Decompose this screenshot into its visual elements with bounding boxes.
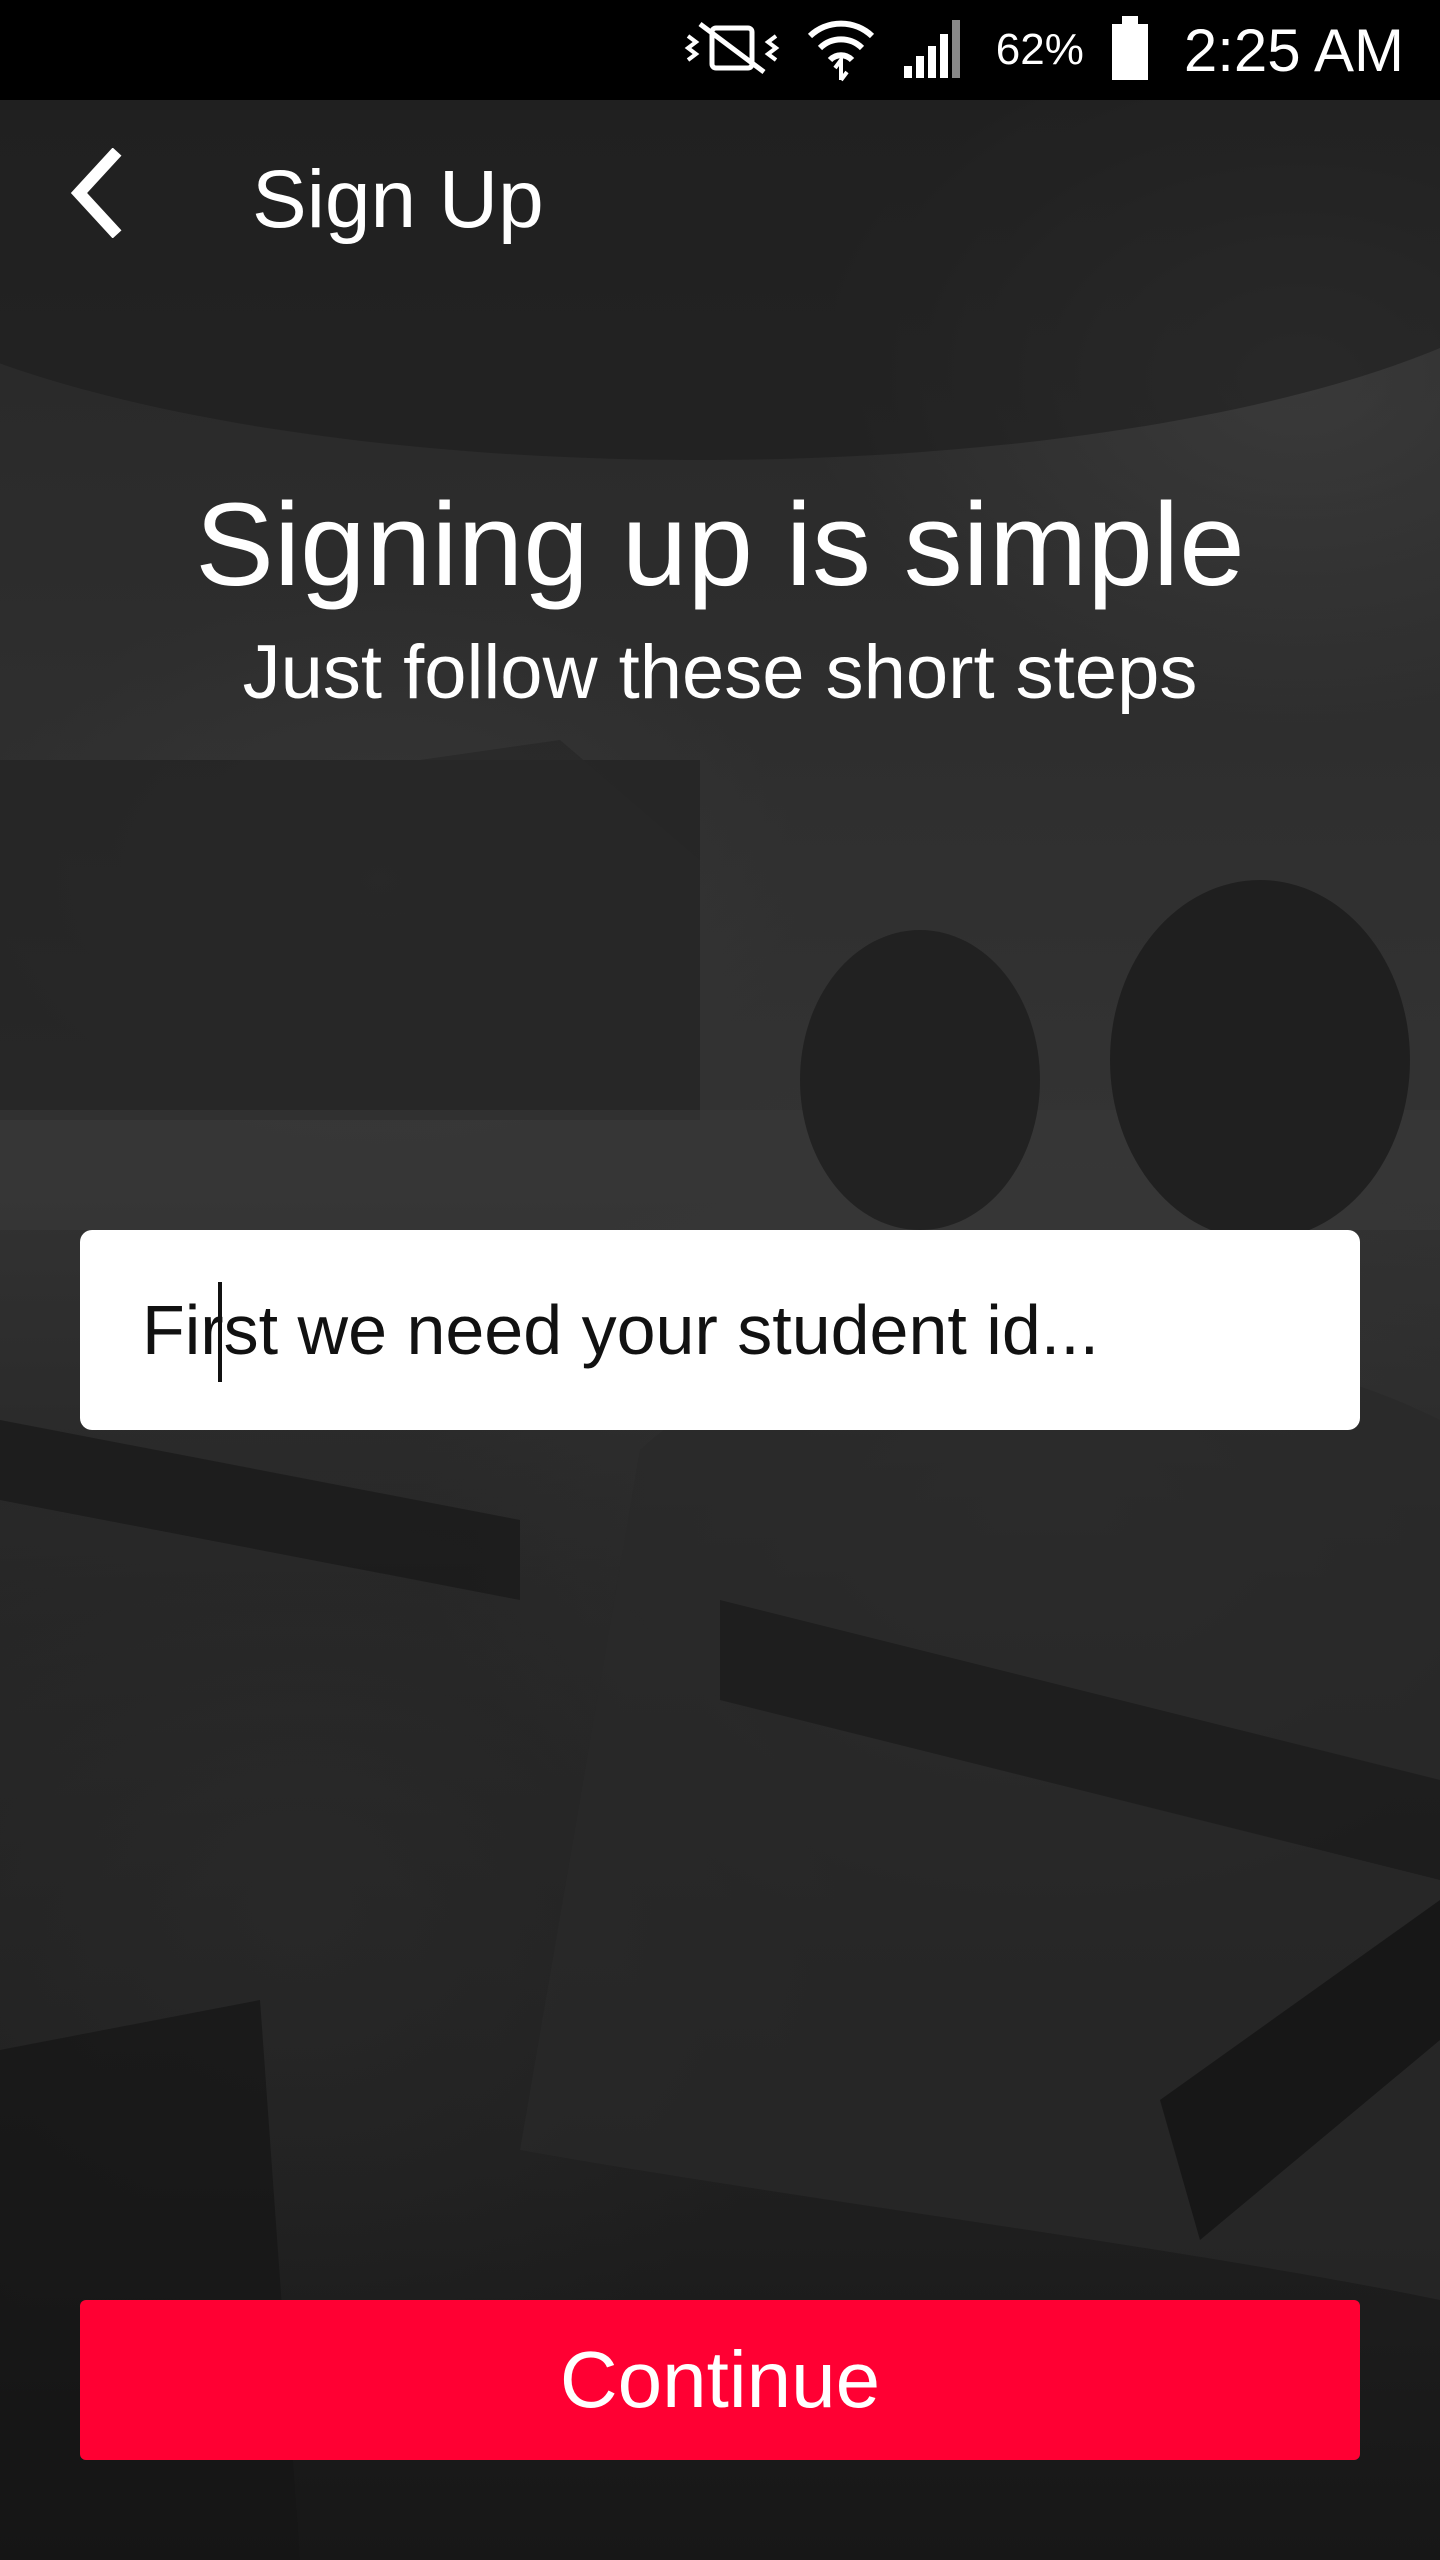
app-bar: Sign Up bbox=[0, 100, 1440, 300]
student-id-input[interactable] bbox=[80, 1230, 1360, 1430]
student-id-field-container bbox=[80, 1230, 1360, 1430]
wifi-icon bbox=[806, 14, 876, 87]
battery-percent: 62% bbox=[995, 25, 1084, 74]
status-time: 2:25 AM bbox=[1183, 16, 1404, 84]
text-cursor bbox=[218, 1282, 222, 1382]
battery-icon bbox=[1110, 14, 1150, 87]
chevron-left-icon bbox=[65, 147, 125, 243]
headline: Signing up is simple bbox=[195, 479, 1245, 611]
status-bar: 62% 2:25 AM bbox=[0, 0, 1440, 100]
signal-icon bbox=[902, 16, 970, 85]
signup-screen: 62% 2:25 AM Sign Up Signing up is simple… bbox=[0, 0, 1440, 2560]
mute-vibrate-icon bbox=[684, 18, 780, 83]
page-title: Sign Up bbox=[252, 154, 544, 245]
back-button[interactable] bbox=[50, 140, 140, 250]
continue-button[interactable]: Continue bbox=[80, 2300, 1360, 2460]
subheadline: Just follow these short steps bbox=[242, 630, 1198, 715]
